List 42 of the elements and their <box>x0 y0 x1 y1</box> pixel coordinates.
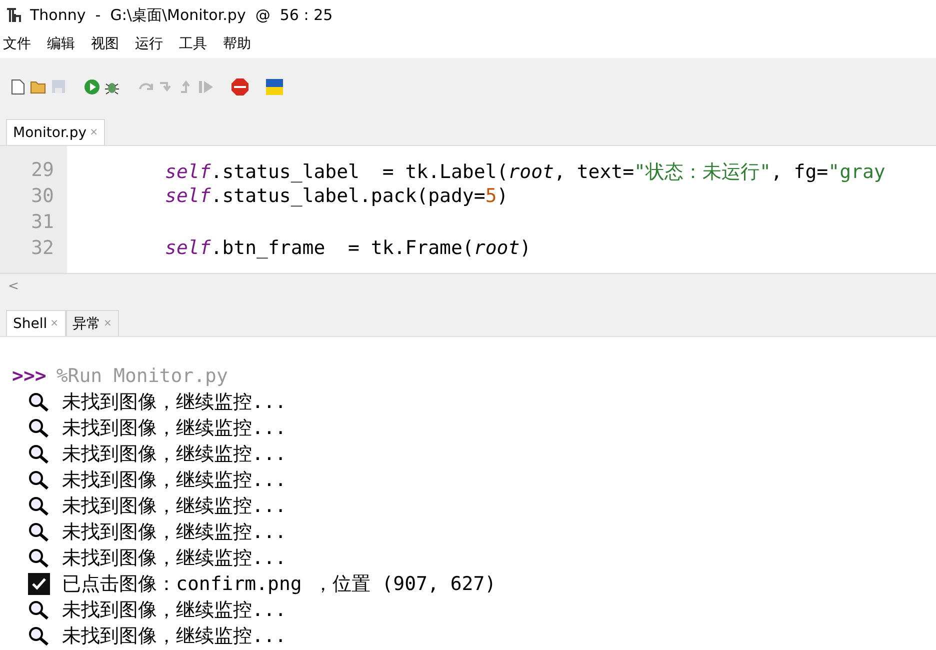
code-line: self.status_label.pack(pady=5) <box>164 185 510 209</box>
output-line: 未找到图像，继续监控... <box>62 416 286 441</box>
window-title: Thonny - G:\桌面\Monitor.py @ 56 : 25 <box>30 6 333 24</box>
panel-tab[interactable]: Shell × <box>6 310 66 336</box>
stop-icon[interactable] <box>231 78 249 96</box>
code-line: self.btn_frame = tk.Frame(root) <box>164 237 532 261</box>
menu-item[interactable]: 视图 <box>91 35 119 53</box>
output-line: 未找到图像，继续监控... <box>62 520 286 545</box>
magnifier-icon <box>28 626 50 646</box>
shell-prompt: >>> <box>12 365 46 387</box>
magnifier-icon <box>28 392 50 412</box>
menu-item[interactable]: 运行 <box>135 35 163 53</box>
menu-item[interactable]: 帮助 <box>223 35 251 53</box>
magnifier-icon <box>28 470 50 490</box>
magnifier-icon <box>28 522 50 542</box>
output-line: 未找到图像，继续监控... <box>62 598 286 623</box>
menu-item[interactable]: 编辑 <box>47 35 75 53</box>
output-line: 未找到图像，继续监控... <box>62 468 286 493</box>
magnifier-icon <box>28 600 50 620</box>
check-mark-icon <box>28 573 50 595</box>
output-line: 未找到图像，继续监控... <box>62 390 286 415</box>
magnifier-icon <box>28 444 50 464</box>
folder-icon[interactable] <box>30 79 46 94</box>
output-line: 未找到图像，继续监控... <box>62 624 286 649</box>
shell-command: %Run Monitor.py <box>56 365 228 387</box>
output-line: 未找到图像，继续监控... <box>62 494 286 519</box>
magnifier-icon <box>28 496 50 516</box>
app-logo-icon <box>6 7 24 23</box>
magnifier-icon <box>28 548 50 568</box>
file-tab[interactable]: Monitor.py × <box>6 119 105 145</box>
code-line: self.status_label = tk.Label(root, text="状态：未运行", fg="gray <box>164 160 886 185</box>
output-line: 已点击图像：confirm.png ，位置 (907, 627) <box>62 572 496 597</box>
panel-tab[interactable]: 异常 × <box>66 310 119 336</box>
output-line: 未找到图像，继续监控... <box>62 546 286 571</box>
output-line: 未找到图像，继续监控... <box>62 442 286 467</box>
new-file-icon[interactable] <box>11 78 25 94</box>
menu-item[interactable]: 工具 <box>179 35 207 53</box>
flag-icon[interactable] <box>266 78 282 94</box>
magnifier-icon <box>28 418 50 438</box>
play-icon[interactable] <box>84 78 100 94</box>
menu-item[interactable]: 文件 <box>3 35 31 53</box>
line-number-gutter: 29 30 31 32 <box>0 146 67 273</box>
